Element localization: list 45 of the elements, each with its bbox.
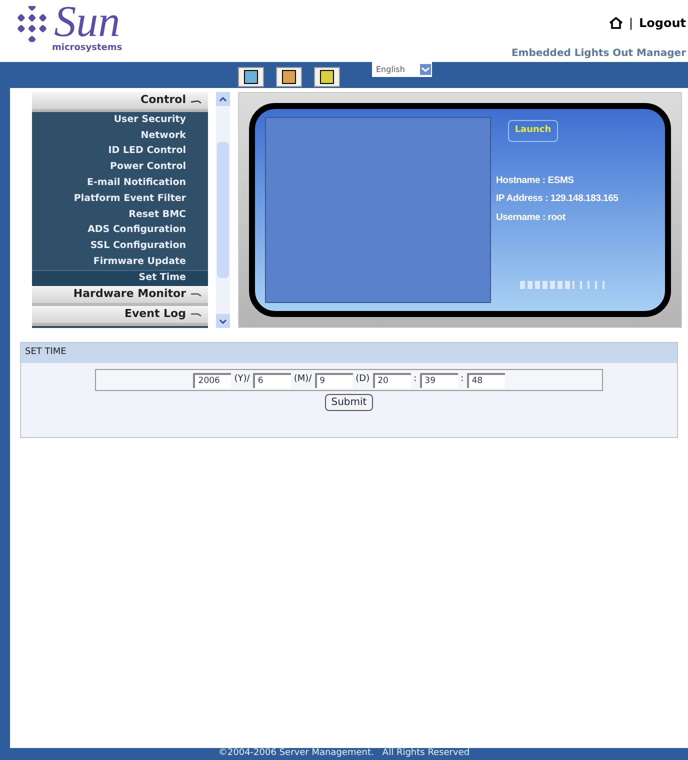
sidebar-item[interactable]: Firmware Update bbox=[32, 254, 208, 270]
field-separator: (D) bbox=[356, 373, 370, 386]
logo-text: Sun bbox=[54, 0, 120, 44]
host-info-text: IP Address : 129.148.183.165 bbox=[496, 192, 620, 206]
sidebar-item[interactable]: Platform Event Filter bbox=[32, 190, 208, 207]
date-time-field[interactable]: 20 bbox=[372, 372, 411, 388]
scroll-down-icon[interactable] bbox=[219, 318, 227, 324]
copyright-text: ©2004-2006 Server Management. All Rights Reserved bbox=[218, 747, 470, 760]
dropdown-icon bbox=[420, 64, 431, 75]
logo-subtext: microsystems bbox=[52, 44, 122, 53]
sidebar-item[interactable]: User Security bbox=[32, 112, 208, 128]
logout-link[interactable]: Logout bbox=[638, 14, 686, 32]
sidebar-item[interactable]: ID LED Control bbox=[32, 144, 208, 160]
expand-icon[interactable] bbox=[190, 311, 202, 318]
sidebar-section-header[interactable]: Hardware Monitor bbox=[32, 286, 208, 306]
sidebar-item[interactable]: Set Time bbox=[32, 270, 208, 286]
sidebar-item[interactable]: SSL Configuration bbox=[32, 238, 208, 254]
date-time-field[interactable]: 2006 bbox=[193, 372, 232, 388]
sidebar-item[interactable]: E-mail Notification bbox=[32, 175, 208, 191]
collapse-icon[interactable] bbox=[190, 98, 202, 104]
sidebar-item[interactable]: Network bbox=[32, 128, 208, 144]
panel-title: SET TIME bbox=[21, 343, 677, 363]
host-info-text: Hostname : ESMS bbox=[496, 174, 575, 188]
sidebar-section-header[interactable]: Control bbox=[32, 92, 208, 112]
host-info-text: Username : root bbox=[496, 210, 566, 224]
scroll-up-icon[interactable] bbox=[219, 96, 227, 102]
field-separator: (M)/ bbox=[294, 373, 312, 386]
sidebar-item[interactable]: Reset BMC bbox=[32, 206, 208, 223]
submit-button[interactable]: Submit bbox=[325, 394, 373, 411]
field-separator: : bbox=[414, 373, 417, 386]
expand-icon[interactable] bbox=[190, 291, 202, 298]
field-separator: : bbox=[460, 373, 464, 386]
scrollbar[interactable] bbox=[216, 92, 230, 328]
field-separator: (Y)/ bbox=[234, 373, 250, 386]
header-separator: | bbox=[628, 15, 633, 32]
sidebar-item[interactable]: ADS Configuration bbox=[32, 222, 208, 238]
language-select[interactable]: English bbox=[372, 62, 432, 77]
sidebar-item[interactable]: Power Control bbox=[32, 159, 208, 176]
product-title: Embedded Lights Out Manager bbox=[511, 47, 686, 61]
sidebar-section-header[interactable]: Event Log bbox=[32, 306, 208, 326]
date-time-field[interactable]: 39 bbox=[420, 372, 458, 388]
date-time-field[interactable]: 9 bbox=[314, 372, 353, 388]
date-time-field[interactable]: 48 bbox=[466, 372, 505, 388]
date-time-field[interactable]: 6 bbox=[252, 372, 291, 388]
home-icon[interactable] bbox=[608, 17, 623, 29]
